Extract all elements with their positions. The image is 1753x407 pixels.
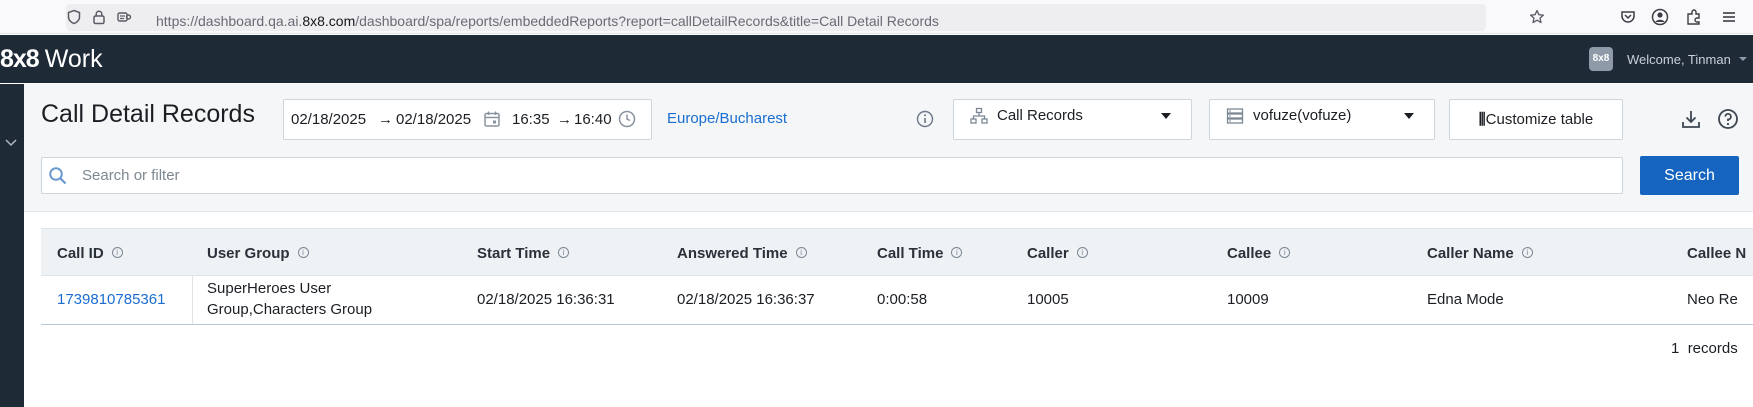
date-from: 02/18/2025 bbox=[291, 111, 367, 128]
chevron-down-icon bbox=[1161, 113, 1171, 119]
browser-toolbar: https://dashboard.qa.ai.8x8.com/dashboar… bbox=[0, 0, 1753, 34]
tenant-value: vofuze(vofuze) bbox=[1253, 107, 1352, 124]
date-range-picker[interactable]: 02/18/2025 → 02/18/2025 16:35 → 16:40 bbox=[283, 99, 652, 140]
info-icon: i bbox=[111, 247, 123, 258]
pocket-icon[interactable] bbox=[1619, 8, 1637, 26]
info-icon: i bbox=[951, 247, 963, 258]
column-header-callee[interactable]: Callee i bbox=[1227, 245, 1291, 262]
info-icon: i bbox=[1279, 247, 1291, 258]
address-bar[interactable]: https://dashboard.qa.ai.8x8.com/dashboar… bbox=[66, 4, 1545, 31]
column-header-start-time[interactable]: Start Time i bbox=[477, 245, 570, 262]
answered-time-cell: 02/18/2025 16:36:37 bbox=[677, 291, 815, 308]
chevron-down-icon[interactable] bbox=[1739, 57, 1747, 61]
search-field[interactable] bbox=[41, 157, 1623, 194]
download-icon[interactable] bbox=[1680, 108, 1702, 135]
info-icon: i bbox=[297, 247, 309, 258]
user-group-line-1: SuperHeroes User bbox=[207, 280, 332, 297]
permissions-icon[interactable] bbox=[116, 9, 132, 25]
date-to: 02/18/2025 bbox=[396, 111, 472, 128]
shield-icon[interactable] bbox=[66, 9, 82, 25]
records-count: 1 records bbox=[1671, 340, 1738, 357]
search-button[interactable]: Search bbox=[1640, 156, 1739, 195]
callee-cell: 10009 bbox=[1227, 291, 1269, 308]
tenant-dropdown[interactable]: vofuze(vofuze) bbox=[1209, 99, 1435, 140]
server-icon bbox=[1226, 107, 1244, 129]
call-time-cell: 0:00:58 bbox=[877, 291, 928, 308]
lock-icon[interactable] bbox=[91, 9, 107, 25]
calendar-icon[interactable] bbox=[483, 110, 501, 132]
info-icon: i bbox=[1521, 247, 1533, 258]
call-id-link[interactable]: 1739810785361 bbox=[57, 291, 165, 308]
columns-icon: ⫼ bbox=[1478, 111, 1486, 128]
search-input[interactable] bbox=[82, 158, 1612, 193]
caller-name-cell: Edna Mode bbox=[1427, 291, 1504, 308]
url-text[interactable]: https://dashboard.qa.ai.8x8.com/dashboar… bbox=[156, 13, 939, 29]
app-header: 8x8 Work 8x8 Welcome, Tinman bbox=[0, 35, 1753, 83]
date-arrow: → bbox=[378, 111, 393, 128]
logo[interactable]: 8x8 Work bbox=[0, 45, 103, 74]
time-arrow: → bbox=[557, 111, 572, 128]
hierarchy-icon bbox=[970, 107, 988, 129]
report-type-dropdown[interactable]: Call Records bbox=[953, 99, 1192, 140]
extensions-icon[interactable] bbox=[1685, 8, 1703, 26]
time-from: 16:35 bbox=[512, 111, 550, 128]
timezone-link[interactable]: Europe/Bucharest bbox=[667, 110, 787, 127]
info-icon: i bbox=[558, 247, 570, 258]
caller-cell: 10005 bbox=[1027, 291, 1069, 308]
table-row[interactable]: 1739810785361 SuperHeroes User Group,Cha… bbox=[41, 276, 1753, 325]
info-icon: i bbox=[795, 247, 807, 258]
report-type-value: Call Records bbox=[997, 107, 1083, 124]
info-icon[interactable] bbox=[916, 110, 934, 133]
clock-icon[interactable] bbox=[618, 110, 636, 132]
column-header-answered-time[interactable]: Answered Time i bbox=[677, 245, 807, 262]
column-header-call-time[interactable]: Call Time i bbox=[877, 245, 963, 262]
chevron-down-icon[interactable] bbox=[3, 134, 19, 155]
time-to: 16:40 bbox=[574, 111, 612, 128]
account-icon[interactable] bbox=[1651, 8, 1669, 26]
chevron-down-icon bbox=[1404, 113, 1414, 119]
page-title: Call Detail Records bbox=[41, 100, 255, 128]
user-group-line-2: Group,Characters Group bbox=[207, 301, 373, 318]
callee-name-cell: Neo Re bbox=[1687, 291, 1738, 308]
welcome-text[interactable]: Welcome, Tinman bbox=[1627, 52, 1731, 67]
column-header-caller-name[interactable]: Caller Name i bbox=[1427, 245, 1533, 262]
column-header-caller[interactable]: Caller i bbox=[1027, 245, 1088, 262]
start-time-cell: 02/18/2025 16:36:31 bbox=[477, 291, 615, 308]
column-header-callee-name[interactable]: Callee N bbox=[1687, 245, 1746, 262]
column-header-user-group[interactable]: User Group i bbox=[207, 245, 309, 262]
side-rail bbox=[0, 84, 24, 407]
star-icon[interactable] bbox=[1529, 9, 1545, 25]
avatar[interactable]: 8x8 bbox=[1589, 47, 1613, 71]
customize-table-button[interactable]: ⫼Customize table bbox=[1449, 99, 1623, 140]
info-icon: i bbox=[1076, 247, 1088, 258]
menu-icon[interactable] bbox=[1720, 8, 1738, 26]
help-icon[interactable] bbox=[1717, 108, 1739, 135]
column-header-call-id[interactable]: Call ID i bbox=[57, 245, 123, 262]
search-icon bbox=[48, 166, 68, 191]
table-header: Call ID i User Group i Start Time i Answere… bbox=[41, 228, 1753, 276]
